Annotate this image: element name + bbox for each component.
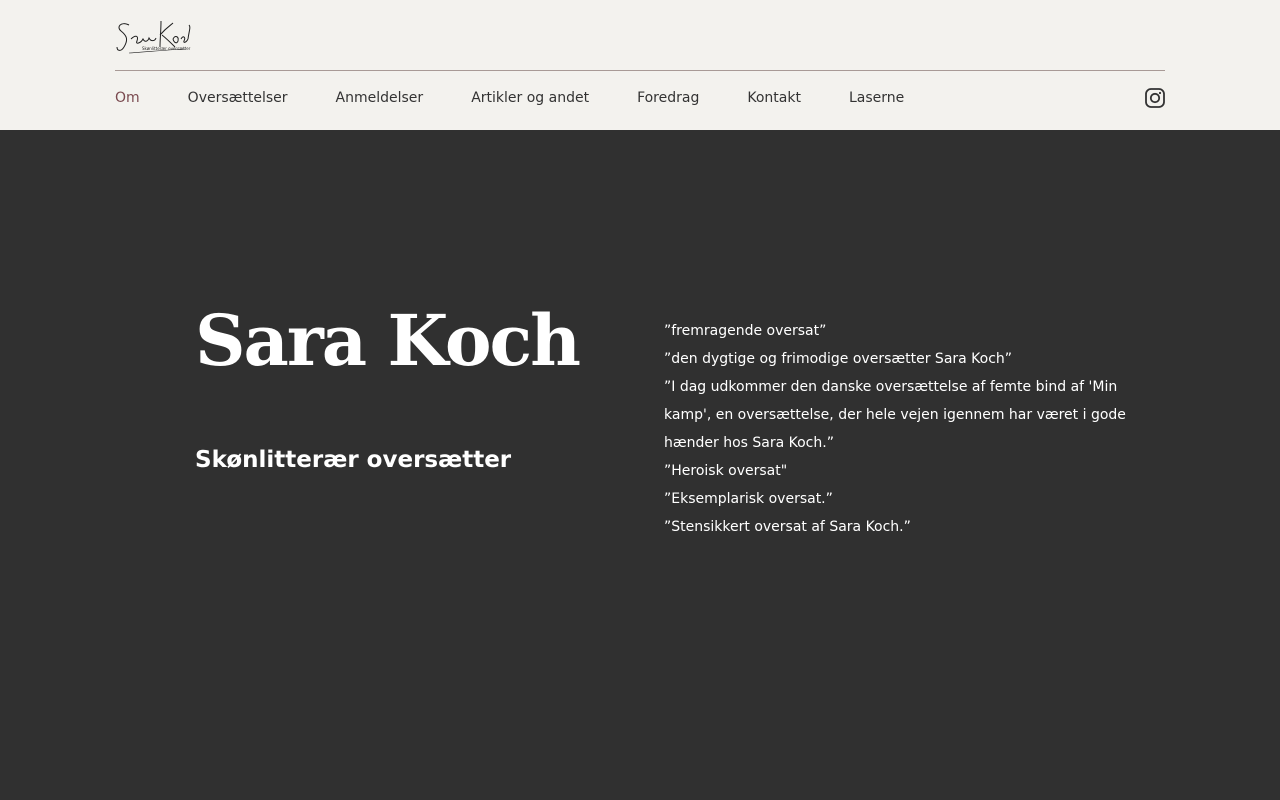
instagram-icon[interactable] [1145, 88, 1165, 108]
review-quote: ”Eksemplarisk oversat.” [664, 491, 833, 507]
site-header: Skønlitterær oversætter Om Oversættelser… [0, 0, 1280, 130]
logo-tagline: Skønlitterær oversætter [142, 46, 191, 51]
header-divider [115, 70, 1165, 71]
site-logo[interactable]: Skønlitterær oversætter [115, 17, 191, 61]
nav-item-anmeldelser[interactable]: Anmeldelser [336, 86, 424, 110]
nav-item-om[interactable]: Om [115, 86, 140, 110]
main-navigation: Om Oversættelser Anmeldelser Artikler og… [115, 86, 952, 110]
review-quote: ”den dygtige og frimodige oversætter Sar… [664, 351, 1013, 367]
signature-logo-mark [116, 20, 191, 54]
hero-section: Sara Koch Skønlitterær oversætter ”fremr… [0, 130, 1280, 800]
review-quote: ”I dag udkommer den danske oversættelse … [664, 379, 1126, 451]
nav-item-foredrag[interactable]: Foredrag [637, 86, 699, 110]
review-quote: ”Heroisk oversat" [664, 463, 788, 479]
hero-subtitle: Skønlitterær oversætter [195, 447, 512, 473]
review-quote: ”Stensikkert oversat af Sara Koch.” [664, 519, 911, 535]
nav-item-oversaettelser[interactable]: Oversættelser [188, 86, 288, 110]
nav-item-kontakt[interactable]: Kontakt [747, 86, 801, 110]
hero-name: Sara Koch [195, 299, 581, 382]
nav-item-laserne[interactable]: Laserne [849, 86, 904, 110]
nav-item-artikler-og-andet[interactable]: Artikler og andet [471, 86, 589, 110]
review-quotes: ”fremragende oversat” ”den dygtige og fr… [664, 317, 1134, 541]
review-quote: ”fremragende oversat” [664, 323, 827, 339]
